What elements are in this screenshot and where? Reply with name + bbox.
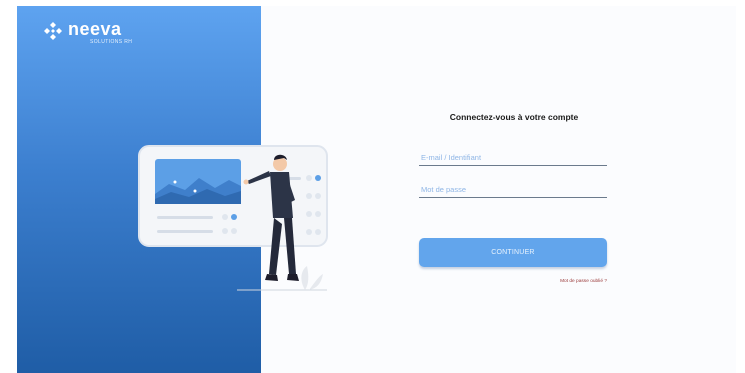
login-title: Connectez-vous à votre compte <box>449 112 579 122</box>
page-frame: neeva SOLUTIONS RH Connectez-vous à votr… <box>17 6 736 373</box>
continue-button[interactable]: CONTINUER <box>419 238 607 267</box>
brand-name: neeva <box>68 19 122 39</box>
brand-logo: neeva SOLUTIONS RH <box>43 20 132 45</box>
forgot-password-link[interactable]: Mot de passe oublié ? <box>537 279 607 284</box>
email-field[interactable] <box>419 150 607 166</box>
brand-subtitle: SOLUTIONS RH <box>90 39 133 45</box>
neeva-logo-icon <box>44 22 62 40</box>
password-field[interactable] <box>419 182 607 198</box>
person-presenting-chart-illustration <box>138 145 328 291</box>
